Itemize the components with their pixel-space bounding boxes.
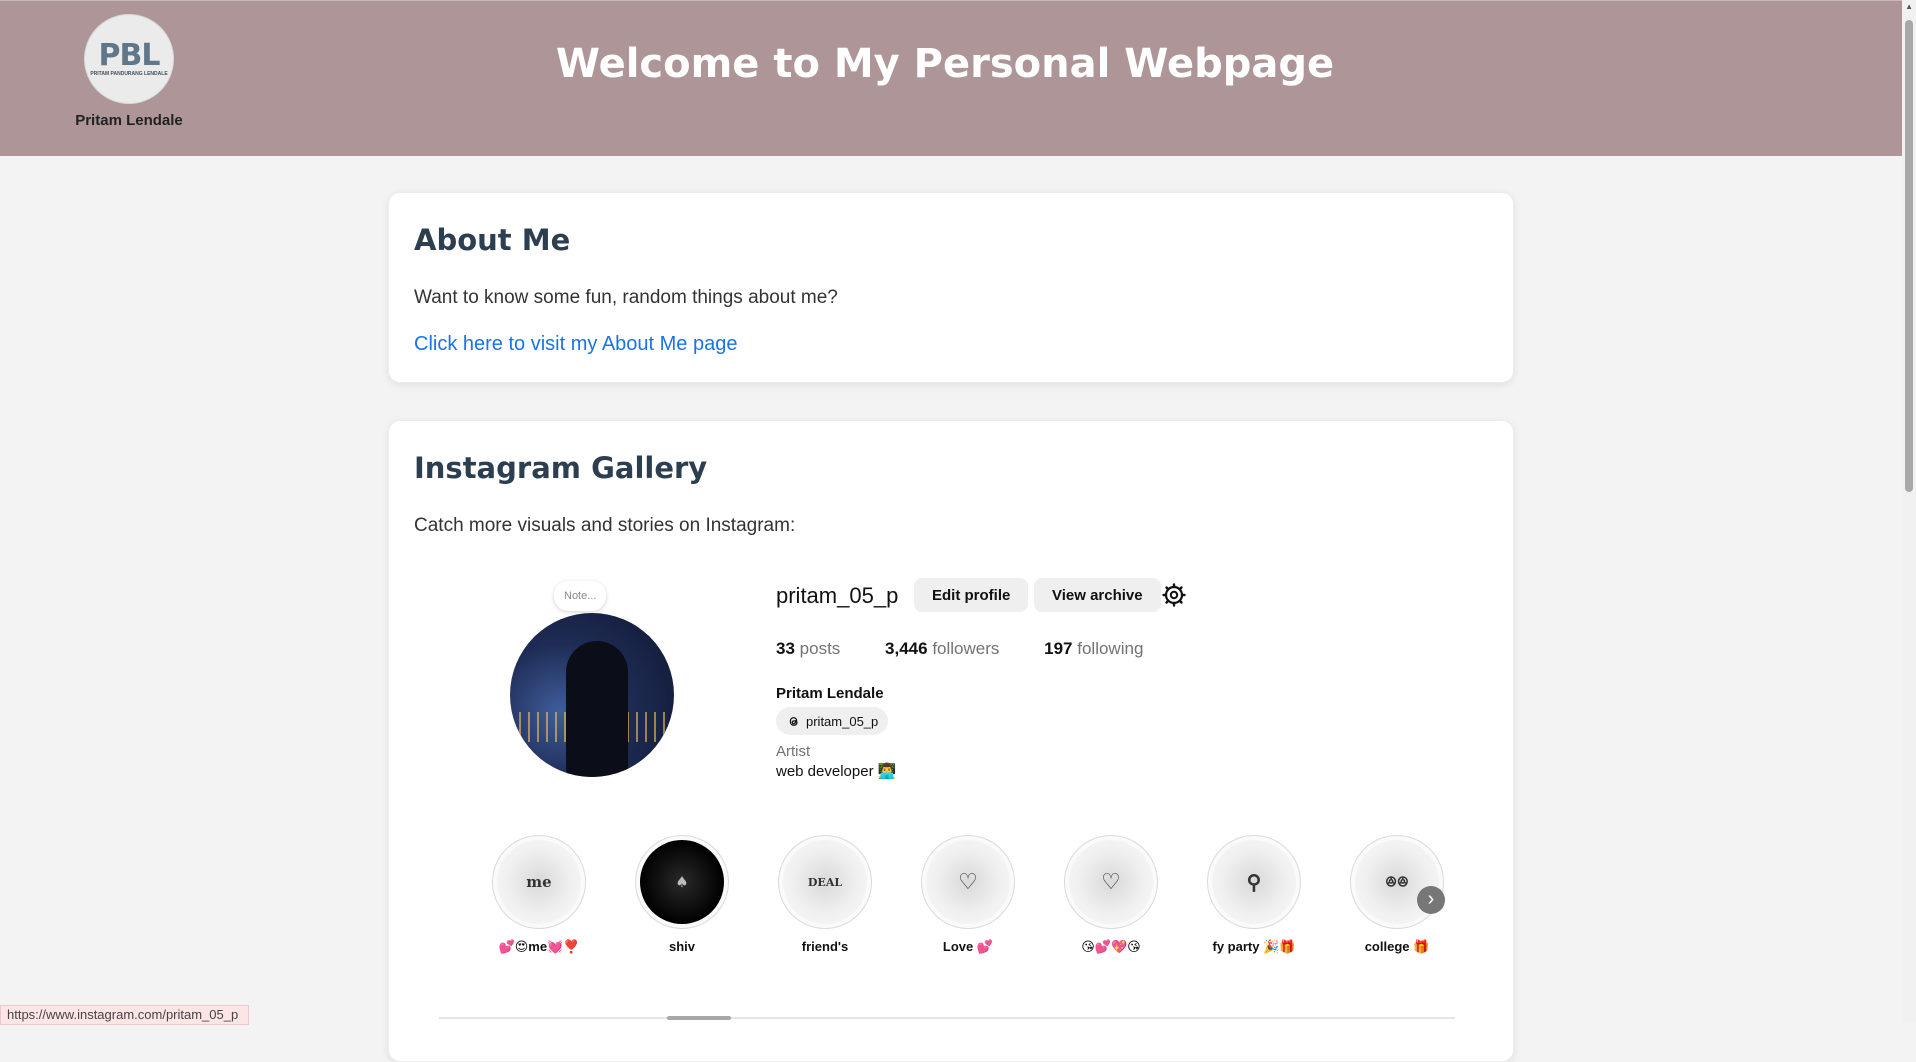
highlight-item[interactable]: ♠ shiv xyxy=(627,835,737,954)
profile-category: Artist xyxy=(776,743,811,760)
gallery-text: Catch more visuals and stories on Instag… xyxy=(414,515,796,536)
highlight-ring: DEAL xyxy=(778,835,872,929)
followers-label: followers xyxy=(932,639,1000,658)
about-text: Want to know some fun, random things abo… xyxy=(414,287,838,308)
threads-icon xyxy=(789,716,798,726)
gear-icon[interactable] xyxy=(1162,583,1186,607)
about-heading: About Me xyxy=(414,223,571,257)
highlight-cover: ⚲ xyxy=(1212,840,1296,924)
threads-link[interactable]: pritam_05_p xyxy=(776,707,889,735)
highlight-label: college 🎁 xyxy=(1364,939,1430,954)
highlight-cover: ♡ xyxy=(1069,840,1153,924)
about-link[interactable]: Click here to visit my About Me page xyxy=(414,333,737,356)
highlight-item[interactable]: ♡ 😘💕💖😘 xyxy=(1056,835,1166,955)
highlight-cover: ♠ xyxy=(640,840,724,924)
status-bar-url: https://www.instagram.com/pritam_05_p xyxy=(0,1005,250,1025)
profile-username: pritam_05_p xyxy=(776,583,899,608)
following-count: 197 xyxy=(1044,639,1073,658)
highlight-ring: ꔮꔮ xyxy=(1350,835,1444,929)
highlight-cover: DEAL xyxy=(783,840,867,924)
scroll-up-arrow-icon[interactable]: ▲ xyxy=(1905,2,1913,11)
highlight-item[interactable]: DEAL friend's xyxy=(770,835,880,954)
highlight-ring: me xyxy=(492,835,586,929)
highlights-scroll-track xyxy=(439,1017,1455,1019)
avatar-silhouette xyxy=(566,641,628,777)
highlight-ring: ♡ xyxy=(921,835,1015,929)
followers-count: 3,446 xyxy=(885,639,928,658)
following-label: following xyxy=(1077,639,1144,658)
edit-profile-button[interactable]: Edit profile xyxy=(914,578,1029,612)
posts-count: 33 xyxy=(776,639,795,658)
highlight-item[interactable]: ⚲ fy party 🎉🎁 xyxy=(1199,835,1309,955)
highlight-ring: ♠ xyxy=(635,835,729,929)
followers-stat[interactable]: 3,446 followers xyxy=(885,639,999,659)
highlight-cover: me xyxy=(497,840,581,924)
page-scroll-thumb[interactable] xyxy=(1905,20,1913,492)
gallery-heading: Instagram Gallery xyxy=(414,451,708,485)
highlight-label: friend's xyxy=(801,939,849,954)
story-highlights: me 💕😍me💓❣️ ♠ shiv DEAL friend's ♡ Love 💕… xyxy=(484,835,1444,965)
highlight-label: shiv xyxy=(668,939,695,954)
about-card: About Me Want to know some fun, random t… xyxy=(388,192,1514,383)
page-scrollbar[interactable]: ▲ xyxy=(1902,0,1916,1023)
profile-name: Pritam Lendale xyxy=(776,685,884,702)
instagram-gallery-card: Instagram Gallery Catch more visuals and… xyxy=(388,420,1514,1062)
highlight-cover: ♡ xyxy=(926,840,1010,924)
highlight-label: 😘💕💖😘 xyxy=(1081,939,1141,954)
view-archive-button[interactable]: View archive xyxy=(1034,578,1161,612)
highlight-item[interactable]: ♡ Love 💕 xyxy=(913,835,1023,955)
highlight-ring: ♡ xyxy=(1064,835,1158,929)
highlight-label: 💕😍me💓❣️ xyxy=(498,939,580,954)
posts-label: posts xyxy=(799,639,841,658)
highlights-scroll-thumb[interactable] xyxy=(667,1016,731,1020)
highlight-item[interactable]: me 💕😍me💓❣️ xyxy=(484,835,594,955)
posts-stat: 33 posts xyxy=(776,639,840,659)
profile-bio: web developer 👨‍💻 xyxy=(776,763,897,780)
following-stat[interactable]: 197 following xyxy=(1044,639,1143,659)
profile-stats: 33 posts 3,446 followers 197 following xyxy=(776,639,1183,659)
chevron-right-icon[interactable]: › xyxy=(1417,886,1445,914)
logo-name: Pritam Lendale xyxy=(75,112,183,129)
threads-handle: pritam_05_p xyxy=(806,713,879,729)
highlight-label: Love 💕 xyxy=(942,939,994,954)
highlight-ring: ⚲ xyxy=(1207,835,1301,929)
site-header: PBL PRITAM PANDURANG LENDALE Pritam Lend… xyxy=(0,0,1902,156)
highlight-label: fy party 🎉🎁 xyxy=(1212,939,1296,954)
note-bubble[interactable]: Note... xyxy=(554,581,607,611)
page-title: Welcome to My Personal Webpage xyxy=(555,41,1335,87)
profile-avatar[interactable] xyxy=(510,613,674,777)
